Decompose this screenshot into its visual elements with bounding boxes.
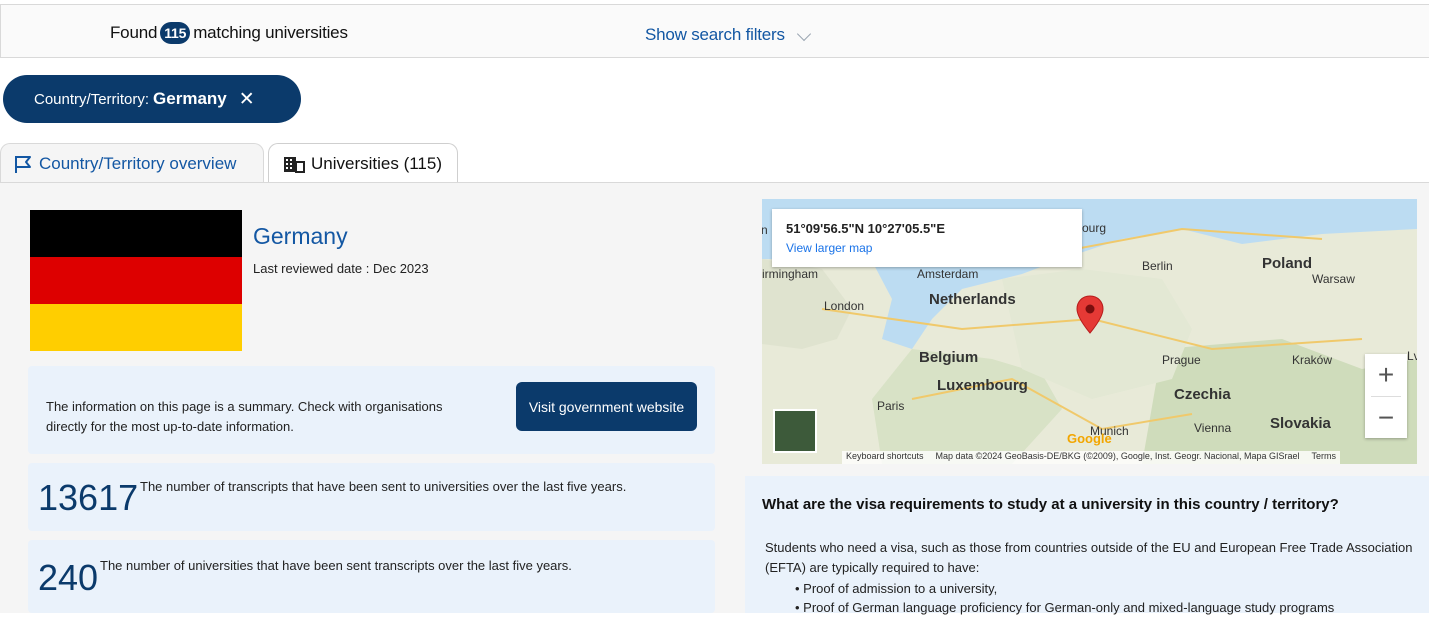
google-logo: Google (1067, 431, 1112, 446)
visa-heading: What are the visa requirements to study … (762, 496, 1339, 513)
map-label-hamburg: ourg (1082, 221, 1107, 235)
chip-value: Germany (153, 89, 227, 108)
map-label-czechia: Czechia (1174, 386, 1231, 403)
satellite-toggle-button[interactable] (773, 409, 817, 453)
flag-stripe-gold (30, 304, 242, 351)
found-suffix: matching universities (193, 23, 348, 42)
map-label-netherlands: Netherlands (929, 291, 1016, 308)
map-label-paris: Paris (877, 399, 905, 413)
flag-stripe-black (30, 210, 242, 257)
map-label-warsaw: Warsaw (1312, 272, 1355, 286)
country-name: Germany (253, 223, 348, 249)
map-label-amsterdam: Amsterdam (917, 267, 979, 281)
close-icon[interactable]: ✕ (239, 88, 255, 111)
map-attribution: Keyboard shortcuts Map data ©2024 GeoBas… (842, 451, 1340, 464)
list-item: Proof of admission to a university, (803, 579, 1334, 598)
map-coordinates: 51°09'56.5"N 10°27'05.5"E (786, 221, 946, 236)
building-icon (284, 156, 305, 173)
count-badge: 115 (160, 22, 191, 44)
terms-link[interactable]: Terms (1312, 451, 1337, 464)
map-label-edge: n (762, 223, 768, 237)
last-reviewed-date: Last reviewed date : Dec 2023 (253, 261, 429, 276)
zoom-out-button[interactable]: − (1365, 397, 1407, 439)
transcripts-stat: 13617 The number of transcripts that hav… (28, 463, 715, 531)
map-label-berlin: Berlin (1142, 259, 1173, 273)
stat-value: 13617 (38, 477, 139, 518)
tab-label: Country/Territory overview (39, 153, 237, 173)
map-label-vienna: Vienna (1194, 421, 1232, 435)
keyboard-shortcuts-link[interactable]: Keyboard shortcuts (846, 451, 924, 464)
location-pin-icon[interactable] (1075, 295, 1105, 335)
view-larger-map-link[interactable]: View larger map (786, 241, 872, 255)
stat-description: The number of universities that have bee… (100, 558, 572, 573)
list-item: Proof of German language proficiency for… (803, 598, 1334, 617)
google-map[interactable]: n irmingham ourg Amsterdam Netherlands L… (762, 199, 1417, 464)
visa-requirements-section: What are the visa requirements to study … (745, 476, 1429, 615)
flag-icon (15, 155, 31, 173)
visit-government-website-button[interactable]: Visit government website (516, 382, 697, 431)
visa-intro: Students who need a visa, such as those … (765, 540, 1413, 575)
tab-label: Universities (115) (311, 153, 443, 173)
stat-value: 240 (38, 557, 99, 598)
chip-label: Country/Territory: (34, 90, 150, 108)
visa-requirements-list: Proof of admission to a university, Proo… (803, 579, 1334, 617)
map-label-poland: Poland (1262, 255, 1313, 272)
universities-stat: 240 The number of universities that have… (28, 540, 715, 613)
map-label-london: London (824, 299, 865, 313)
chevron-down-icon (796, 26, 811, 42)
germany-flag (30, 210, 242, 351)
map-label-luxembourg: Luxembourg (937, 377, 1028, 394)
map-info-card: 51°09'56.5"N 10°27'05.5"E View larger ma… (772, 209, 1082, 267)
country-filter-chip[interactable]: Country/Territory: Germany ✕ (3, 75, 301, 123)
map-label-edge: Lv (1407, 349, 1417, 363)
tab-universities[interactable]: Universities (115) (268, 143, 458, 183)
tab-country-overview[interactable]: Country/Territory overview (0, 143, 264, 183)
map-label-belgium: Belgium (919, 349, 979, 366)
map-label-slovakia: Slovakia (1270, 415, 1331, 432)
show-search-filters-button[interactable]: Show search filters (645, 25, 811, 45)
results-count: Found 115 matching universities (110, 22, 348, 44)
map-data-text: Map data ©2024 GeoBasis-DE/BKG (©2009), … (935, 451, 1300, 461)
stat-description: The number of transcripts that have been… (140, 479, 627, 494)
found-prefix: Found (110, 23, 158, 42)
zoom-in-button[interactable]: + (1365, 354, 1407, 396)
summary-text: The information on this page is a summar… (46, 399, 443, 434)
show-filters-label: Show search filters (645, 25, 785, 44)
zoom-controls: + − (1365, 354, 1407, 438)
country-overview-panel: Germany Last reviewed date : Dec 2023 Th… (0, 183, 1429, 615)
flag-stripe-red (30, 257, 242, 304)
map-label-birmingham: irmingham (762, 267, 819, 281)
summary-notice: The information on this page is a summar… (28, 366, 715, 454)
results-bar: Found 115 matching universities Show sea… (0, 4, 1429, 58)
map-label-krakow: Kraków (1292, 353, 1333, 367)
map-label-prague: Prague (1162, 353, 1201, 367)
